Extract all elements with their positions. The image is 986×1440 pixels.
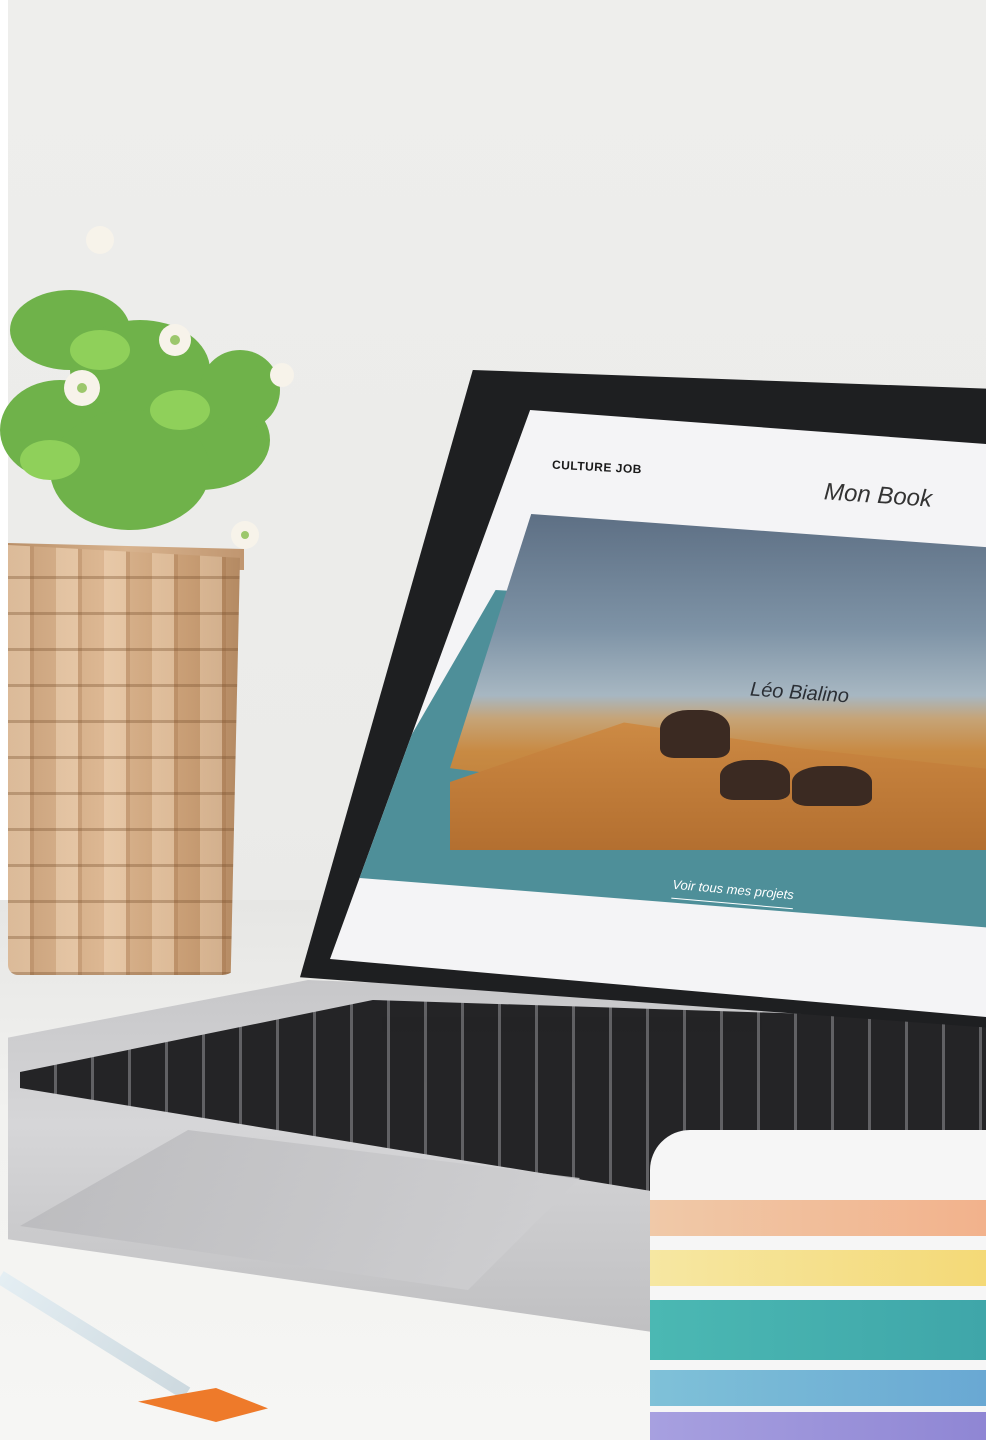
color-swatch-fan	[650, 1130, 986, 1440]
camel-resting-2	[792, 766, 872, 806]
photo-scene: CULTURE JOB Mon Book Léo Bialino Voir to…	[0, 0, 986, 1440]
camel-standing	[660, 710, 730, 758]
site-logo[interactable]: CULTURE JOB	[552, 458, 643, 477]
laptop-screen: CULTURE JOB Mon Book Léo Bialino Voir to…	[330, 410, 986, 1020]
website-page: CULTURE JOB Mon Book Léo Bialino Voir to…	[330, 410, 986, 1020]
swatch-row-violet	[650, 1412, 986, 1440]
swatch-row-teal	[650, 1300, 986, 1360]
page-title: Mon Book	[823, 478, 933, 513]
plant-foliage	[0, 226, 294, 549]
swatch-row-peach	[650, 1200, 986, 1236]
camel-resting-1	[720, 760, 790, 800]
wicker-basket	[8, 545, 240, 975]
swatch-row-blue	[650, 1370, 986, 1406]
swatch-row-yellow	[650, 1250, 986, 1286]
